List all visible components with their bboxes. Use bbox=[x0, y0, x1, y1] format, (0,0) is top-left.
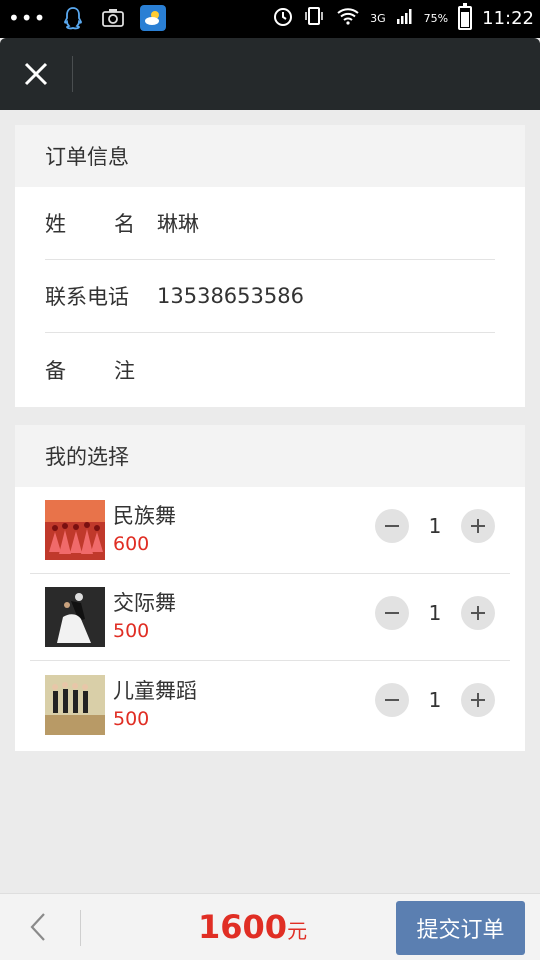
currency-unit: 元 bbox=[287, 919, 308, 943]
item-name: 民族舞 bbox=[113, 504, 176, 528]
plus-icon bbox=[471, 693, 485, 707]
bottom-bar: 1600元 提交订单 bbox=[0, 893, 540, 960]
remark-row[interactable]: 备 注 bbox=[45, 333, 495, 406]
navbar-divider bbox=[72, 56, 73, 92]
plus-icon bbox=[471, 519, 485, 533]
ballroom-dance-thumbnail bbox=[45, 587, 105, 647]
name-row: 姓 名 琳琳 bbox=[45, 187, 495, 260]
close-icon bbox=[24, 62, 48, 86]
phone-row: 联系电话 13538653586 bbox=[45, 260, 495, 333]
network-type: 3G bbox=[370, 11, 386, 25]
minus-icon bbox=[385, 699, 399, 701]
phone-label: 联系电话 bbox=[45, 285, 129, 309]
signal-icon bbox=[396, 7, 414, 29]
quantity-stepper: 1 bbox=[375, 596, 495, 630]
top-navbar bbox=[0, 38, 540, 110]
quantity-value: 1 bbox=[428, 688, 442, 712]
submit-order-button[interactable]: 提交订单 bbox=[396, 901, 525, 955]
name-label: 姓 名 bbox=[45, 212, 135, 236]
item-price: 500 bbox=[113, 620, 150, 642]
list-item: 交际舞 500 1 bbox=[30, 574, 510, 661]
weather-icon bbox=[140, 5, 167, 31]
remark-label: 备 注 bbox=[45, 358, 135, 383]
increase-button[interactable] bbox=[461, 683, 495, 717]
plus-icon bbox=[471, 606, 485, 620]
name-value[interactable]: 琳琳 bbox=[157, 208, 199, 238]
qq-icon bbox=[60, 5, 86, 31]
phone-value[interactable]: 13538653586 bbox=[157, 284, 304, 308]
battery-percent: 75% bbox=[423, 11, 449, 25]
quantity-value: 1 bbox=[428, 601, 442, 625]
quantity-stepper: 1 bbox=[375, 509, 495, 543]
status-bar: ••• 3G 75% 11:22 bbox=[0, 0, 540, 38]
list-item: 儿童舞蹈 500 1 bbox=[30, 661, 510, 748]
decrease-button[interactable] bbox=[375, 509, 409, 543]
item-name: 儿童舞蹈 bbox=[113, 678, 197, 703]
bottom-divider bbox=[80, 910, 81, 946]
quantity-value: 1 bbox=[428, 514, 442, 538]
increase-button[interactable] bbox=[461, 596, 495, 630]
item-name: 交际舞 bbox=[113, 591, 176, 615]
screenshot-icon bbox=[100, 5, 126, 31]
chevron-left-icon bbox=[30, 913, 45, 941]
increase-button[interactable] bbox=[461, 509, 495, 543]
list-item: 民族舞 600 1 bbox=[30, 487, 510, 574]
decrease-button[interactable] bbox=[375, 596, 409, 630]
decrease-button[interactable] bbox=[375, 683, 409, 717]
quantity-stepper: 1 bbox=[375, 683, 495, 717]
order-info-heading: 订单信息 bbox=[15, 125, 525, 187]
selection-card: 我的选择 民族舞 600 1 交际舞 500 1 儿童舞蹈 500 1 bbox=[15, 425, 525, 751]
minus-icon bbox=[385, 525, 399, 527]
close-button[interactable] bbox=[18, 56, 54, 92]
wifi-icon bbox=[336, 6, 360, 30]
alarm-icon bbox=[272, 5, 294, 31]
total-amount: 1600 bbox=[198, 908, 288, 946]
selection-heading: 我的选择 bbox=[15, 425, 525, 487]
folk-dance-thumbnail bbox=[45, 500, 105, 560]
item-price: 600 bbox=[113, 533, 150, 555]
item-price: 500 bbox=[113, 707, 150, 730]
clock: 11:22 bbox=[482, 7, 534, 29]
back-button[interactable] bbox=[24, 910, 54, 944]
children-dance-thumbnail bbox=[45, 674, 105, 735]
vibrate-icon bbox=[304, 5, 326, 31]
order-info-card: 订单信息 姓 名 琳琳 联系电话 13538653586 备 注 bbox=[15, 125, 525, 407]
battery-icon bbox=[458, 3, 473, 30]
minus-icon bbox=[385, 612, 399, 614]
order-total: 1600元 bbox=[198, 908, 307, 946]
notification-dots: ••• bbox=[8, 6, 47, 30]
